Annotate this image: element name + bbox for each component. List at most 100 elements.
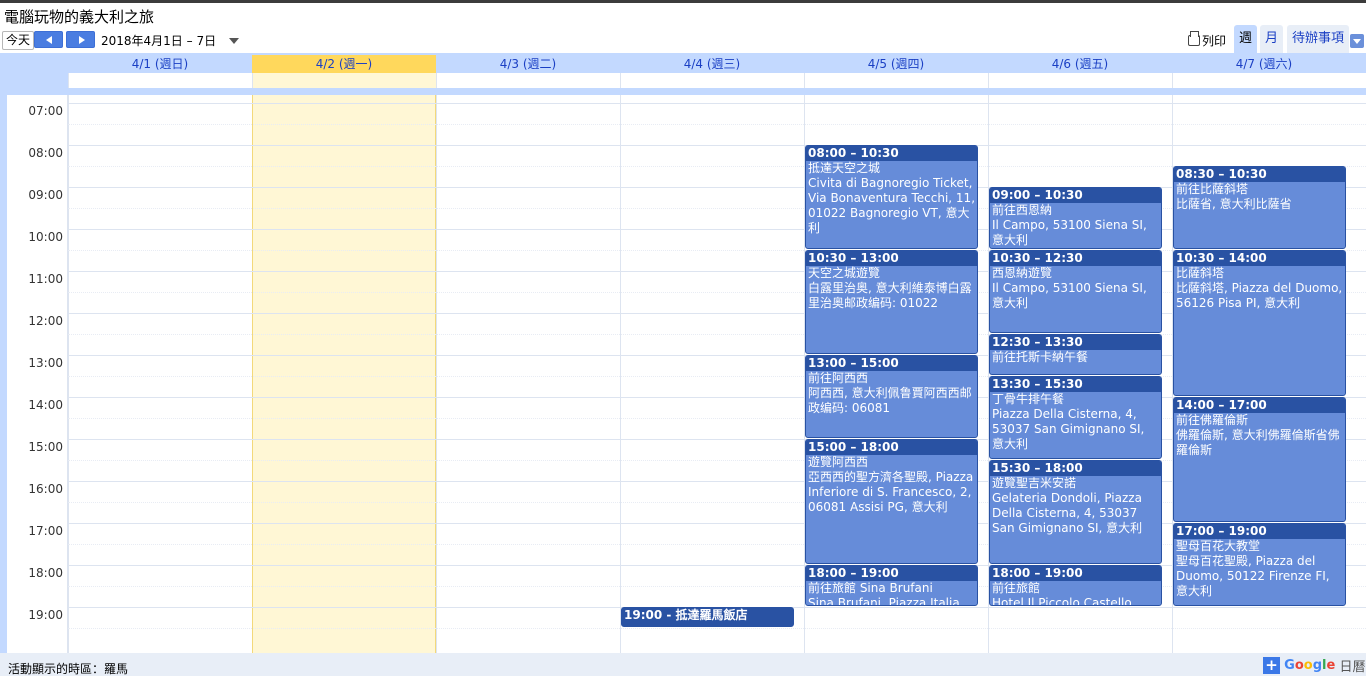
calendar-event[interactable]: 09:00 – 10:30 前往西恩納 Il Campo, 53100 Siena …	[989, 187, 1162, 249]
calendar-event[interactable]: 19:00 - 抵達羅馬飯店	[621, 607, 794, 627]
print-button[interactable]: 列印	[1188, 31, 1227, 49]
today-button[interactable]: 今天	[2, 31, 35, 50]
event-title: 前往阿西西	[808, 371, 869, 385]
google-logo-letter: g	[1312, 658, 1322, 673]
hour-label: 07:00	[28, 104, 63, 118]
day-header[interactable]: 4/7 (週六)	[1172, 55, 1356, 73]
day-header[interactable]: 4/4 (週三)	[620, 55, 804, 73]
calendar-event[interactable]: 15:30 – 18:00 遊覽聖吉米安諾 Gelateria Dondoli, P…	[989, 460, 1162, 564]
footer: 活動顯示的時區：羅馬 + Google 日曆	[0, 653, 1366, 676]
calendar-event[interactable]: 10:30 – 14:00 比薩斜塔 比薩斜塔, Piazza del Duomo,…	[1173, 250, 1346, 396]
google-logo-letter: o	[1294, 658, 1304, 673]
hour-label: 19:00	[28, 608, 63, 622]
event-title: 前往佛羅倫斯	[1176, 413, 1249, 427]
tab-agenda[interactable]: 待辦事項	[1287, 25, 1349, 53]
print-label: 列印	[1202, 34, 1227, 48]
half-hour-gridline	[68, 418, 1366, 419]
half-hour-gridline	[68, 502, 1366, 503]
hour-label: 15:00	[28, 440, 63, 454]
half-hour-gridline	[68, 586, 1366, 587]
half-hour-gridline	[68, 460, 1366, 461]
all-day-cell[interactable]	[804, 73, 988, 88]
hour-gridline	[7, 439, 1366, 440]
event-time: 18:00 – 19:00	[806, 566, 977, 581]
event-time: 13:30 – 15:30	[990, 377, 1161, 392]
calendar-event[interactable]: 08:00 – 10:30 抵達天空之城 Civita di Bagnoregio …	[805, 145, 978, 249]
next-week-button[interactable]	[66, 31, 95, 48]
hour-label: 09:00	[28, 188, 63, 202]
event-location: Sina Brufani, Piazza Italia	[808, 596, 960, 606]
all-day-cell[interactable]	[988, 73, 1172, 88]
calendar-event[interactable]: 14:00 – 17:00 前往佛羅倫斯 佛羅倫斯, 意大利佛羅倫斯省佛羅倫斯	[1173, 397, 1346, 522]
calendar-event[interactable]: 13:30 – 15:30 丁骨牛排午餐 Piazza Della Cisterna…	[989, 376, 1162, 459]
half-hour-gridline	[68, 334, 1366, 335]
event-title: 前往旅館	[992, 581, 1041, 595]
calendar-event[interactable]: 12:30 – 13:30 前往托斯卡納午餐	[989, 334, 1162, 375]
day-column[interactable]	[252, 95, 436, 653]
hour-gridline	[7, 481, 1366, 482]
hour-label: 14:00	[28, 398, 63, 412]
event-time: 17:00 – 19:00	[1174, 524, 1345, 539]
google-calendar-badge[interactable]: + Google 日曆	[1263, 656, 1365, 675]
event-time: 14:00 – 17:00	[1174, 398, 1345, 413]
window-top-edge	[0, 0, 1366, 3]
date-range-dropdown-icon[interactable]	[229, 38, 239, 44]
day-header[interactable]: 4/3 (週二)	[436, 55, 620, 73]
hour-label: 10:00	[28, 230, 63, 244]
event-time: 10:30 – 12:30	[990, 251, 1161, 266]
calendar-event[interactable]: 13:00 – 15:00 前往阿西西 阿西西, 意大利佩鲁賈阿西西邮政编码: 06…	[805, 355, 978, 438]
day-header[interactable]: 4/6 (週五)	[988, 55, 1172, 73]
hour-label: 18:00	[28, 566, 63, 580]
day-header[interactable]: 4/2 (週一)	[252, 55, 436, 73]
hour-label: 12:00	[28, 314, 63, 328]
all-day-cell[interactable]	[1172, 73, 1356, 88]
all-day-cell[interactable]	[620, 73, 804, 88]
day-header[interactable]: 4/5 (週四)	[804, 55, 988, 73]
time-grid[interactable]: 07:00 08:00 09:00 10:00 11:00 12:00 13:00 14:00…	[7, 95, 1366, 653]
event-title: 前往比薩斜塔	[1176, 182, 1249, 196]
event-time: 09:00 – 10:30	[990, 188, 1161, 203]
calendar-event[interactable]: 10:30 – 13:00 天空之城遊覽 白露里治奥, 意大利維泰博白露里治奥邮政编…	[805, 250, 978, 354]
tab-month[interactable]: 月	[1260, 25, 1283, 53]
event-title: 天空之城遊覽	[808, 266, 881, 280]
hour-gridline	[7, 565, 1366, 566]
calendar-event[interactable]: 18:00 – 19:00 前往旅館 Hotel Il Piccolo Castel…	[989, 565, 1162, 606]
all-day-row[interactable]	[68, 73, 1366, 88]
day-header-row: 4/1 (週日) 4/2 (週一) 4/3 (週二) 4/4 (週三) 4/5 (週四)…	[7, 55, 1366, 73]
event-time: 15:00 – 18:00	[806, 440, 977, 455]
event-time: 08:30 – 10:30	[1174, 167, 1345, 182]
calendar-event[interactable]: 17:00 – 19:00 聖母百花大教堂 聖母百花聖殿, Piazza del D…	[1173, 523, 1346, 606]
all-day-cell[interactable]	[252, 73, 436, 88]
tab-week[interactable]: 週	[1234, 25, 1257, 53]
event-title: 前往旅館 Sina Brufani	[808, 581, 933, 595]
calendar-event[interactable]: 10:30 – 12:30 西恩納遊覽 Il Campo, 53100 Siena …	[989, 250, 1162, 333]
previous-week-button[interactable]	[34, 31, 63, 48]
calendar-event[interactable]: 15:00 – 18:00 遊覽阿西西 亞西西的聖方濟各聖殿, Piazza Inf…	[805, 439, 978, 564]
event-location: Piazza Della Cisterna, 4, 53037 San Gimi…	[992, 407, 1145, 451]
event-location: Il Campo, 53100 Siena SI, 意大利	[992, 218, 1147, 247]
event-time: 08:00 – 10:30	[806, 146, 977, 161]
half-hour-gridline	[68, 250, 1366, 251]
calendar-title: 電腦玩物的義大利之旅	[4, 8, 155, 26]
half-hour-gridline	[68, 292, 1366, 293]
all-day-cell[interactable]	[68, 73, 252, 88]
event-title: 聖母百花大教堂	[1176, 539, 1261, 553]
calendar-event[interactable]: 08:30 – 10:30 前往比薩斜塔 比薩省, 意大利比薩省	[1173, 166, 1346, 249]
day-column[interactable]	[68, 95, 252, 653]
date-range: 2018年4月1日 – 7日	[101, 34, 217, 48]
day-header[interactable]: 4/1 (週日)	[68, 55, 252, 73]
event-time: 10:30 – 14:00	[1174, 251, 1345, 266]
day-column[interactable]	[620, 95, 804, 653]
event-title: 西恩納遊覽	[992, 266, 1053, 280]
event-location: Il Campo, 53100 Siena SI, 意大利	[992, 281, 1147, 310]
half-hour-gridline	[68, 628, 1366, 629]
day-column[interactable]	[436, 95, 620, 653]
view-menu-dropdown-icon[interactable]	[1350, 34, 1364, 48]
event-time: 19:00 - 抵達羅馬飯店	[624, 608, 748, 622]
hour-gridline	[7, 355, 1366, 356]
event-title: 丁骨牛排午餐	[992, 392, 1065, 406]
calendar-event[interactable]: 18:00 – 19:00 前往旅館 Sina Brufani Sina Brufa…	[805, 565, 978, 606]
all-day-cell[interactable]	[436, 73, 620, 88]
chevron-left-icon	[46, 36, 52, 44]
event-location: 白露里治奥, 意大利維泰博白露里治奥邮政编码: 01022	[808, 281, 972, 310]
